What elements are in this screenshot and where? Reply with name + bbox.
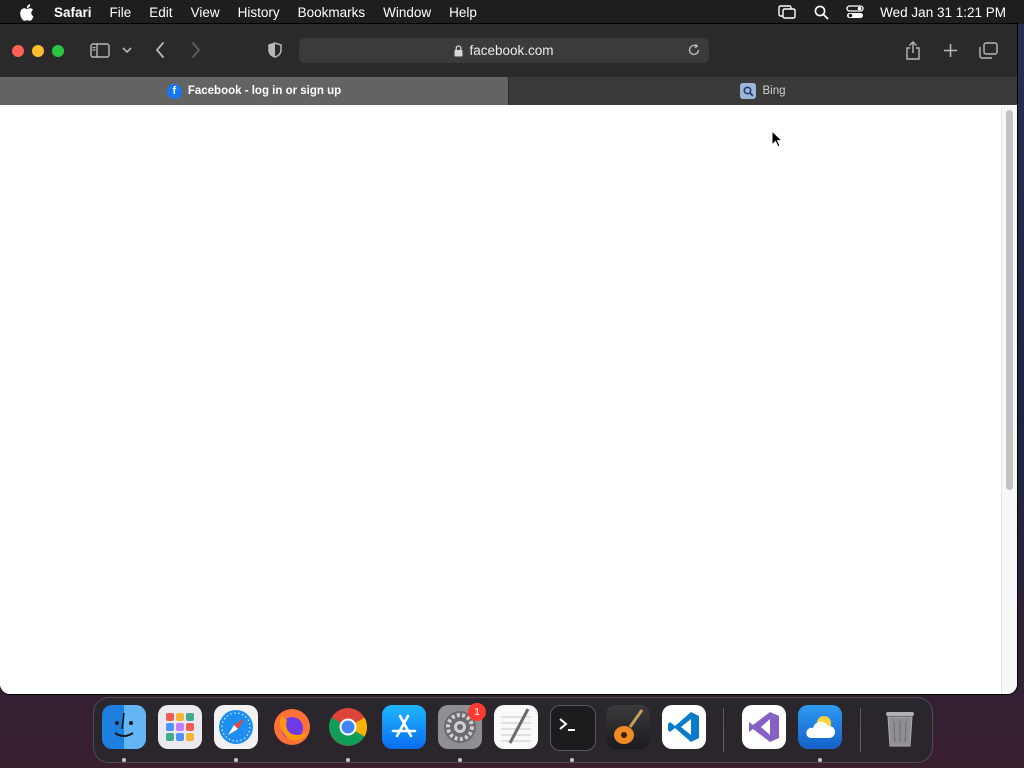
- system-settings-running-indicator: [458, 758, 462, 762]
- terminal-icon[interactable]: [550, 705, 596, 751]
- vscode-icon[interactable]: [662, 705, 706, 749]
- window-close-button[interactable]: [12, 45, 24, 57]
- firefox-icon[interactable]: [270, 705, 314, 749]
- trash-icon[interactable]: [878, 705, 922, 749]
- menu-history[interactable]: History: [229, 5, 289, 20]
- new-tab-plus-icon[interactable]: [940, 39, 960, 61]
- finder-running-indicator: [122, 758, 126, 762]
- finder-icon[interactable]: [102, 705, 146, 749]
- chrome-running-indicator: [346, 758, 350, 762]
- reload-icon[interactable]: [687, 43, 701, 60]
- dock-separator: [860, 708, 861, 752]
- apple-menu-icon[interactable]: [0, 3, 52, 21]
- back-button-icon[interactable]: [152, 39, 168, 61]
- control-center-icon[interactable]: [838, 5, 872, 19]
- facebook-icon: f: [166, 83, 182, 99]
- screen-mirroring-icon[interactable]: [770, 5, 804, 19]
- tab-overview-icon[interactable]: [977, 39, 999, 61]
- forward-button-icon[interactable]: [188, 39, 204, 61]
- safari-running-indicator: [234, 758, 238, 762]
- safari-window: facebook.com f Facebook - log in or sign…: [0, 24, 1017, 694]
- tab-bing[interactable]: Bing: [509, 77, 1017, 105]
- weather-icon[interactable]: [798, 705, 842, 749]
- desktop: Safari File Edit View History Bookmarks …: [0, 0, 1024, 768]
- sidebar-toggle-icon[interactable]: [88, 39, 112, 61]
- window-maximize-button[interactable]: [52, 45, 64, 57]
- menu-window[interactable]: Window: [374, 5, 440, 20]
- chrome-icon[interactable]: [326, 705, 370, 749]
- browser-toolbar: facebook.com: [0, 24, 1017, 78]
- bing-search-icon: [740, 83, 757, 99]
- window-minimize-button[interactable]: [32, 45, 44, 57]
- lock-icon: [454, 44, 463, 57]
- privacy-shield-icon[interactable]: [266, 39, 284, 61]
- menu-edit[interactable]: Edit: [140, 5, 181, 20]
- web-page-content[interactable]: [0, 106, 1017, 694]
- terminal-running-indicator: [570, 758, 574, 762]
- vertical-scrollbar[interactable]: [1001, 106, 1017, 694]
- tab-title: Bing: [762, 85, 786, 97]
- address-bar[interactable]: facebook.com: [299, 38, 709, 63]
- dock: [93, 697, 933, 763]
- spotlight-search-icon[interactable]: [804, 5, 838, 20]
- tab-bar: f Facebook - log in or sign up Bing: [0, 77, 1017, 105]
- weather-running-indicator: [818, 758, 822, 762]
- menu-bar-clock[interactable]: Wed Jan 31 1:21 PM: [880, 5, 1006, 20]
- dock-separator: [723, 708, 724, 752]
- menu-bookmarks[interactable]: Bookmarks: [289, 5, 375, 20]
- sidebar-menu-chevron-down-icon[interactable]: [120, 39, 134, 61]
- tab-title: Facebook - log in or sign up: [187, 85, 342, 97]
- tab-facebook[interactable]: f Facebook - log in or sign up: [0, 77, 509, 105]
- address-bar-url: facebook.com: [469, 43, 554, 58]
- textedit-icon[interactable]: [494, 705, 538, 749]
- menu-app-name[interactable]: Safari: [52, 5, 101, 20]
- app-store-icon[interactable]: [382, 705, 426, 749]
- menu-bar: Safari File Edit View History Bookmarks …: [0, 0, 1024, 24]
- visual-studio-icon[interactable]: [742, 705, 786, 749]
- system-settings-notification-badge: 1: [468, 703, 486, 721]
- safari-icon[interactable]: [214, 705, 258, 749]
- share-icon[interactable]: [903, 39, 923, 61]
- mouse-cursor-icon: [771, 129, 784, 153]
- launchpad-icon[interactable]: [158, 705, 202, 749]
- menu-file[interactable]: File: [101, 5, 141, 20]
- garageband-icon[interactable]: [606, 705, 650, 749]
- scrollbar-thumb[interactable]: [1006, 110, 1013, 490]
- menu-help[interactable]: Help: [440, 5, 486, 20]
- menu-view[interactable]: View: [182, 5, 229, 20]
